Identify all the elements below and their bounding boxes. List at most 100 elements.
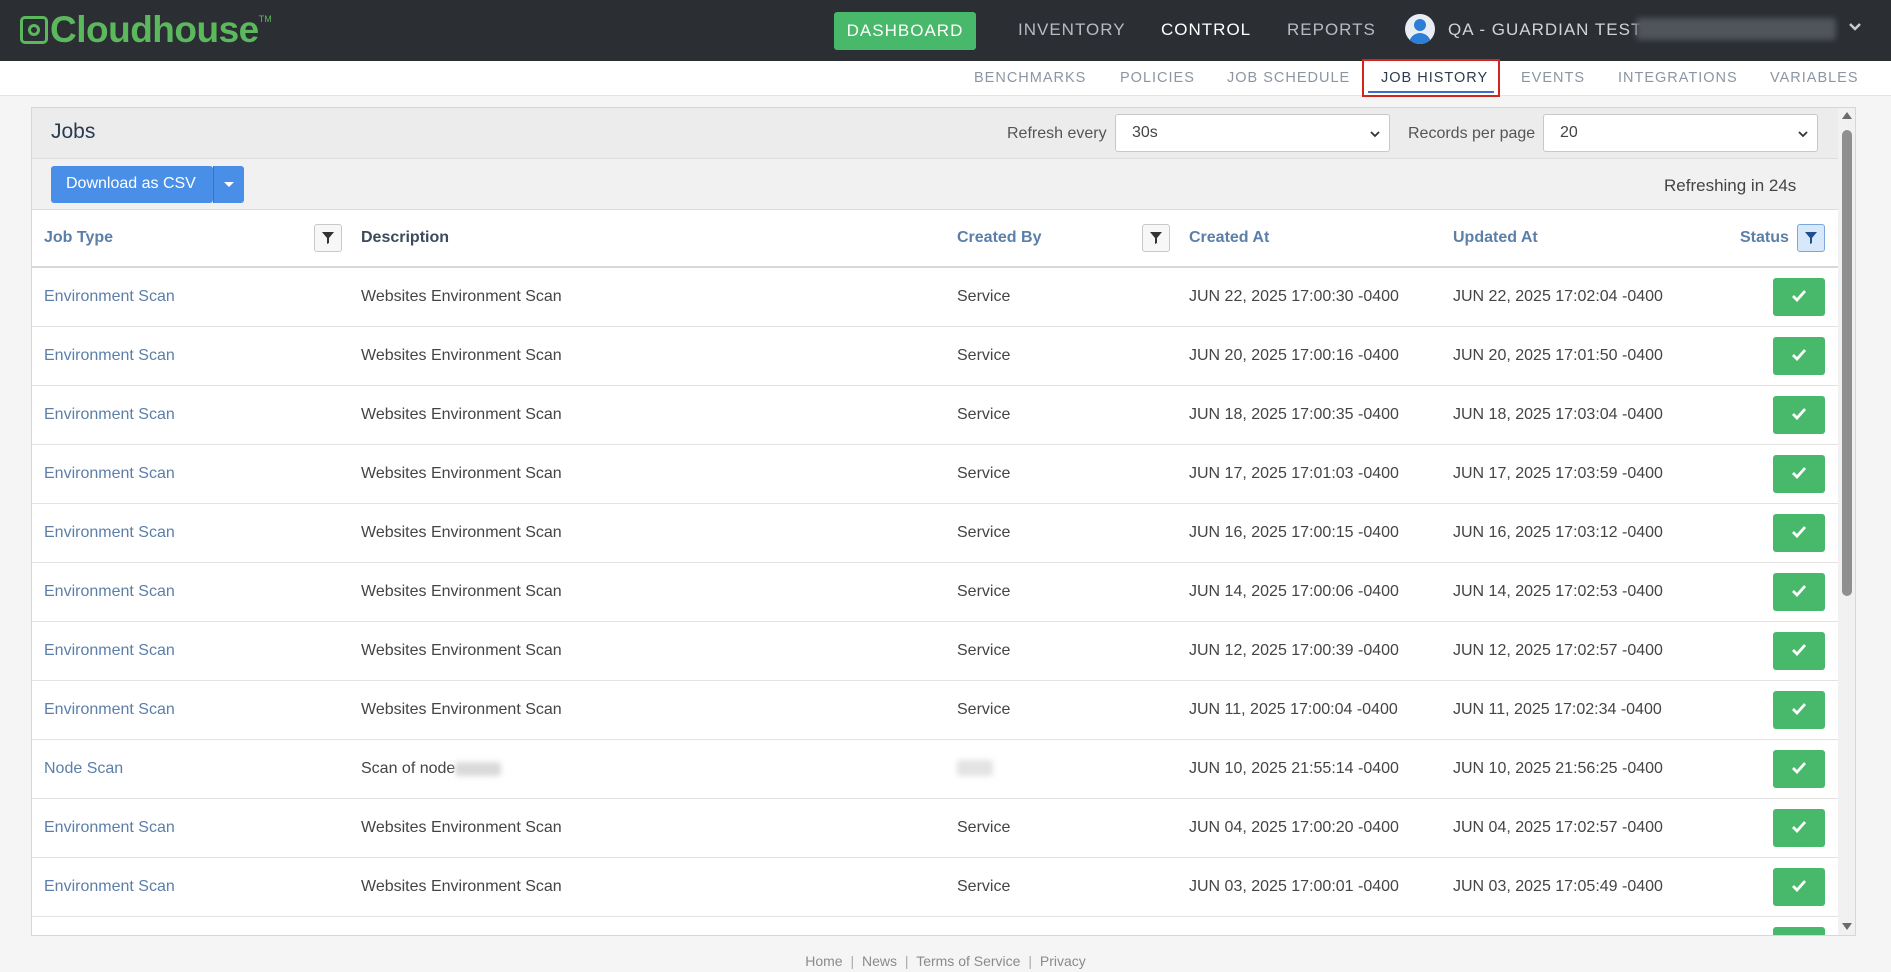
nav-inventory[interactable]: INVENTORY xyxy=(1018,20,1126,40)
records-per-page-select[interactable]: 20 xyxy=(1543,114,1818,152)
table-row[interactable]: Environment Scan Websites Environment Sc… xyxy=(32,268,1838,327)
cell-created-by: Service xyxy=(957,347,1011,364)
cell-created-by: Service xyxy=(957,701,1011,718)
cell-job-type[interactable]: Environment Scan xyxy=(44,465,175,483)
cell-created-by: Service xyxy=(957,583,1011,600)
cell-description-container: Scan of node xyxy=(361,760,502,778)
refresh-select[interactable]: 30s xyxy=(1115,114,1390,152)
redacted-created-by xyxy=(957,760,993,776)
header-job-type[interactable]: Job Type xyxy=(44,229,113,247)
table-row[interactable]: Environment Scan Websites Environment Sc… xyxy=(32,386,1838,445)
footer-home-link[interactable]: Home xyxy=(805,953,842,969)
download-csv-label: Download as CSV xyxy=(66,175,196,192)
download-options-dropdown[interactable] xyxy=(214,166,244,203)
table-row[interactable]: Environment Scan Websites Environment Sc… xyxy=(32,858,1838,917)
user-name[interactable]: QA - GUARDIAN TEST xyxy=(1448,20,1642,40)
cell-updated-at: JUN 16, 2025 17:03:12 -0400 xyxy=(1453,524,1663,541)
top-navbar: Cloudhouse TM DASHBOARD INVENTORY CONTRO… xyxy=(0,0,1891,61)
cell-description: Websites Environment Scan xyxy=(361,642,562,659)
tab-events[interactable]: EVENTS xyxy=(1521,70,1585,86)
cell-updated-at: JUN 22, 2025 17:02:04 -0400 xyxy=(1453,288,1663,305)
cell-created-at: JUN 18, 2025 17:00:35 -0400 xyxy=(1189,406,1399,423)
status-success-button[interactable] xyxy=(1773,337,1825,375)
tab-integrations[interactable]: INTEGRATIONS xyxy=(1618,70,1738,86)
header-status[interactable]: Status xyxy=(1740,229,1789,247)
status-success-button[interactable] xyxy=(1773,455,1825,493)
status-success-button[interactable] xyxy=(1773,396,1825,434)
status-success-button[interactable] xyxy=(1773,278,1825,316)
cell-created-at: JUN 17, 2025 17:01:03 -0400 xyxy=(1189,465,1399,482)
table-row[interactable]: Environment Scan Websites Environment Sc… xyxy=(32,563,1838,622)
status-success-button[interactable] xyxy=(1773,750,1825,788)
table-row[interactable]: Environment Scan Websites Environment Sc… xyxy=(32,327,1838,386)
header-created-by[interactable]: Created By xyxy=(957,229,1041,247)
cloudhouse-logo[interactable]: Cloudhouse TM xyxy=(20,9,272,50)
job-type-filter-button[interactable] xyxy=(314,224,342,252)
created-by-filter-button[interactable] xyxy=(1142,224,1170,252)
cell-job-type[interactable]: Environment Scan xyxy=(44,406,175,424)
records-label: Records per page xyxy=(1408,125,1536,142)
user-avatar-icon[interactable] xyxy=(1405,14,1435,44)
cell-updated-at: JUN 18, 2025 17:03:04 -0400 xyxy=(1453,406,1663,423)
cell-job-type[interactable]: Environment Scan xyxy=(44,701,175,719)
cell-job-type[interactable]: Environment Scan xyxy=(44,288,175,306)
scroll-up-arrow-icon[interactable] xyxy=(1842,112,1852,119)
footer-news-link[interactable]: News xyxy=(862,953,897,969)
status-success-button[interactable] xyxy=(1773,868,1825,906)
dashboard-button[interactable]: DASHBOARD xyxy=(834,12,976,50)
cell-updated-at: JUN 10, 2025 21:56:25 -0400 xyxy=(1453,760,1663,777)
cell-created-at: JUN 14, 2025 17:00:06 -0400 xyxy=(1189,583,1399,600)
panel-scrollbar[interactable] xyxy=(1838,108,1855,935)
header-created-at[interactable]: Created At xyxy=(1189,229,1269,247)
cell-job-type[interactable]: Environment Scan xyxy=(44,524,175,542)
cell-job-type[interactable]: Environment Scan xyxy=(44,347,175,365)
chevron-down-icon[interactable] xyxy=(1848,20,1862,34)
cell-job-type[interactable]: Environment Scan xyxy=(44,642,175,660)
header-updated-at[interactable]: Updated At xyxy=(1453,229,1538,247)
cell-job-type[interactable]: Node Scan xyxy=(44,760,123,778)
status-success-button[interactable] xyxy=(1773,927,1825,935)
footer-privacy-link[interactable]: Privacy xyxy=(1040,953,1086,969)
cell-created-at: JUN 11, 2025 17:00:04 -0400 xyxy=(1189,701,1398,718)
status-success-button[interactable] xyxy=(1773,514,1825,552)
cell-job-type[interactable]: Environment Scan xyxy=(44,819,175,837)
nav-reports[interactable]: REPORTS xyxy=(1287,20,1376,40)
cell-description: Websites Environment Scan xyxy=(361,524,562,541)
table-row[interactable]: Node Scan Scan of node JUN 10, 2025 21:5… xyxy=(32,740,1838,799)
tab-job-schedule[interactable]: JOB SCHEDULE xyxy=(1227,70,1350,86)
chevron-down-icon xyxy=(1798,131,1808,138)
cell-created-by: Service xyxy=(957,465,1011,482)
cell-job-type[interactable]: Environment Scan xyxy=(44,878,175,896)
table-row[interactable]: Environment Scan Websites Environment Sc… xyxy=(32,799,1838,858)
cell-created-by: Service xyxy=(957,642,1011,659)
status-filter-button[interactable] xyxy=(1797,224,1825,252)
nav-control[interactable]: CONTROL xyxy=(1161,20,1251,40)
status-success-button[interactable] xyxy=(1773,632,1825,670)
header-description[interactable]: Description xyxy=(361,229,449,247)
table-row[interactable]: Environment Scan Websites Environment Sc… xyxy=(32,445,1838,504)
cell-job-type[interactable]: Environment Scan xyxy=(44,583,175,601)
panel-toolbar: Download as CSV Refreshing in 24s xyxy=(32,159,1838,210)
tab-policies[interactable]: POLICIES xyxy=(1120,70,1195,86)
gear-icon xyxy=(20,16,48,44)
scroll-down-arrow-icon[interactable] xyxy=(1842,923,1852,930)
checkmark-icon xyxy=(1792,821,1806,833)
table-row-partial[interactable] xyxy=(32,917,1838,935)
table-row[interactable]: Environment Scan Websites Environment Sc… xyxy=(32,622,1838,681)
cell-description: Websites Environment Scan xyxy=(361,701,562,718)
redacted-node-name xyxy=(455,761,502,776)
tab-variables[interactable]: VARIABLES xyxy=(1770,70,1859,86)
status-success-button[interactable] xyxy=(1773,573,1825,611)
table-row[interactable]: Environment Scan Websites Environment Sc… xyxy=(32,504,1838,563)
footer-separator: | xyxy=(904,953,909,969)
download-csv-button[interactable]: Download as CSV xyxy=(51,166,244,203)
status-success-button[interactable] xyxy=(1773,691,1825,729)
tab-benchmarks[interactable]: BENCHMARKS xyxy=(974,70,1086,86)
status-success-button[interactable] xyxy=(1773,809,1825,847)
footer-terms-link[interactable]: Terms of Service xyxy=(916,953,1020,969)
table-row[interactable]: Environment Scan Websites Environment Sc… xyxy=(32,681,1838,740)
scroll-thumb[interactable] xyxy=(1842,130,1852,596)
checkmark-icon xyxy=(1792,467,1806,479)
filter-icon xyxy=(322,232,334,244)
cell-description: Websites Environment Scan xyxy=(361,288,562,305)
